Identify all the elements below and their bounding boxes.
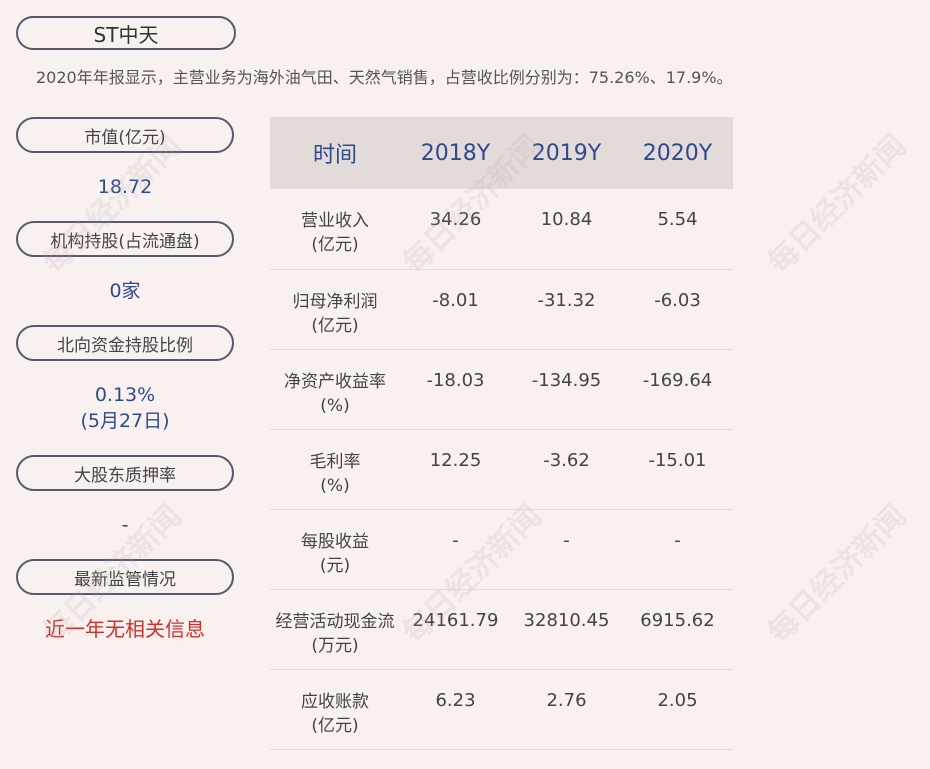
header-2020: 2020Y [622,117,733,189]
regulation-label: 最新监管情况 [16,559,234,595]
row-label-unit: (万元) [311,635,359,656]
table-cell: 32810.45 [511,589,622,670]
table-cell: 2.05 [622,669,733,750]
row-label-name: 营业收入 [301,211,369,231]
table-cell: 10.84 [511,189,622,270]
table-cell: -31.32 [511,269,622,350]
table-cell: - [622,509,733,590]
table-cell: -18.03 [400,349,511,430]
table-cell: 24161.79 [400,589,511,670]
table-cell: -8.01 [400,269,511,350]
row-label-name: 应收账款 [301,691,369,712]
table-row: 净资产收益率 (%) -18.03 -134.95 -169.64 [270,349,733,430]
watermark: 每日经济新闻 [761,128,914,281]
table-cell: -169.64 [622,349,733,430]
regulation-value: 近一年无相关信息 [45,617,205,641]
row-label-unit: (%) [320,395,350,416]
pledge-ratio-value: - [121,514,129,536]
market-cap-label: 市值(亿元) [16,117,234,153]
table-cell: - [400,509,511,590]
table-cell: -3.62 [511,429,622,510]
row-label: 经营活动现金流 (万元) [270,589,400,670]
market-cap-value: 18.72 [97,176,153,198]
table-row: 归母净利润 (亿元) -8.01 -31.32 -6.03 [270,269,733,350]
table-cell: - [511,509,622,590]
header-time: 时间 [270,117,400,189]
stock-title: ST中天 [16,16,236,50]
pledge-ratio-label: 大股东质押率 [16,455,234,491]
row-label-name: 毛利率 [309,451,361,472]
table-row: 每股收益 (元) - - - [270,509,733,590]
row-label: 每股收益 (元) [270,509,400,590]
row-label-name: 归母净利润 [292,291,378,312]
northbound-ratio-label: 北向资金持股比例 [16,325,234,361]
financial-table: 时间 2018Y 2019Y 2020Y 营业收入 (亿元) 34.26 10.84 5… [270,117,733,750]
row-label: 应收账款 (亿元) [270,669,400,750]
northbound-ratio-date: (5月27日) [80,410,170,432]
table-cell: -134.95 [511,349,622,430]
table-cell: -15.01 [622,429,733,510]
row-label-unit: (元) [319,555,351,576]
row-label-unit: (亿元) [311,315,359,336]
row-label-name: 每股收益 [301,531,369,552]
table-cell: 6.23 [400,669,511,750]
table-cell: 2.76 [511,669,622,750]
table-cell: 34.26 [400,189,511,270]
table-header-row: 时间 2018Y 2019Y 2020Y [270,117,733,189]
table-cell: 5.54 [622,189,733,270]
row-label-unit: (%) [320,475,350,496]
row-label: 净资产收益率 (%) [270,349,400,430]
row-label: 营业收入 (亿元) [270,189,400,270]
institution-holding-value: 0家 [109,280,141,302]
table-cell: 6915.62 [622,589,733,670]
header-2018: 2018Y [400,117,511,189]
table-row: 毛利率 (%) 12.25 -3.62 -15.01 [270,429,733,510]
header-2019: 2019Y [511,117,622,189]
table-cell: -6.03 [622,269,733,350]
table-cell: 12.25 [400,429,511,510]
table-row: 营业收入 (亿元) 34.26 10.84 5.54 [270,189,733,270]
table-row: 经营活动现金流 (万元) 24161.79 32810.45 6915.62 [270,589,733,670]
row-label: 毛利率 (%) [270,429,400,510]
row-label-unit: (亿元) [311,235,359,255]
row-label-name: 净资产收益率 [284,371,386,392]
row-label-name: 经营活动现金流 [275,611,395,632]
row-label: 归母净利润 (亿元) [270,269,400,350]
watermark: 每日经济新闻 [761,498,914,651]
table-row: 应收账款 (亿元) 6.23 2.76 2.05 [270,669,733,750]
business-summary: 2020年年报显示，主营业务为海外油气田、天然气销售，占营收比例分别为：75.2… [36,68,733,87]
northbound-ratio-value: 0.13% [94,384,156,406]
row-label-unit: (亿元) [311,715,359,736]
institution-holding-label: 机构持股(占流通盘) [16,221,234,257]
